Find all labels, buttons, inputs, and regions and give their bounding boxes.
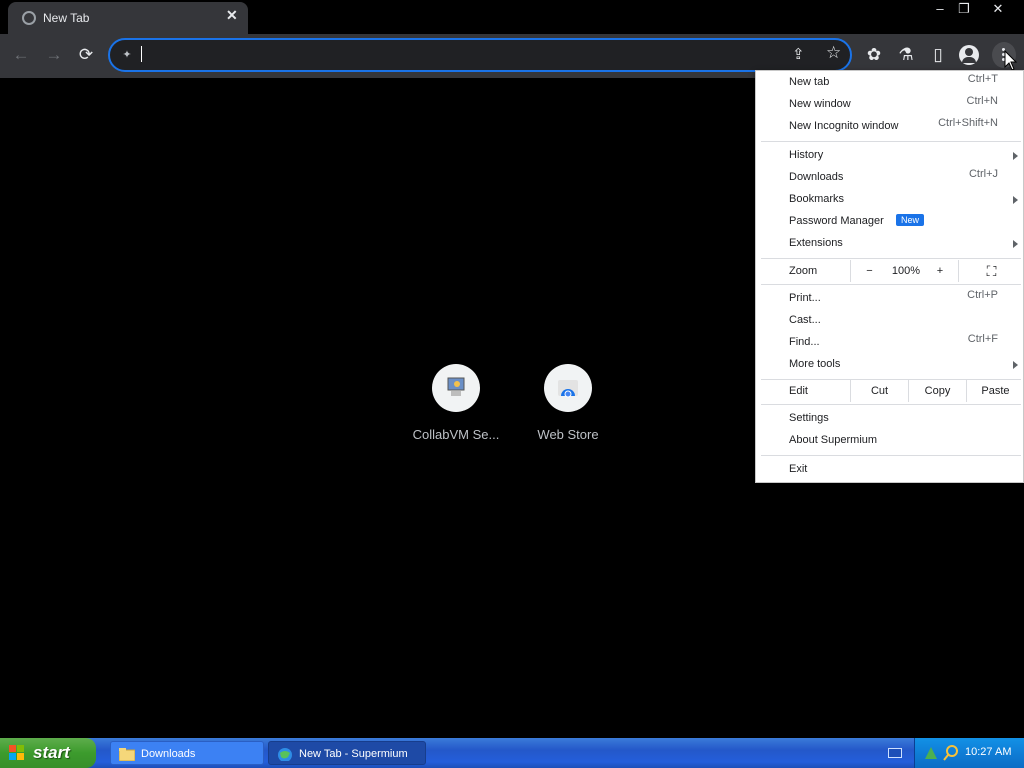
menu-separator — [761, 258, 1021, 259]
menu-shortcut: Ctrl+N — [966, 95, 998, 107]
windows-flag-icon — [9, 745, 24, 760]
edit-label: Edit — [789, 385, 808, 397]
menu-label: About Supermium — [789, 434, 878, 446]
menu-item-print[interactable]: Print... Ctrl+P — [756, 287, 1024, 309]
clock: 10:27 AM — [965, 746, 1012, 758]
menu-label: History — [789, 149, 824, 161]
zoom-in-button[interactable]: + — [924, 260, 956, 282]
menu-item-find[interactable]: Find... Ctrl+F — [756, 331, 1024, 353]
menu-separator — [761, 141, 1021, 142]
menu-item-downloads[interactable]: Downloads Ctrl+J — [756, 166, 1024, 188]
submenu-arrow-icon — [1013, 240, 1018, 248]
back-button[interactable]: ← — [8, 42, 34, 68]
menu-label: Cast... — [789, 314, 821, 326]
close-window-button[interactable]: ✕ — [986, 0, 1010, 18]
zoom-level: 100% — [891, 265, 921, 277]
menu-separator — [761, 284, 1021, 285]
menu-separator — [761, 404, 1021, 405]
browser-icon — [278, 748, 292, 761]
side-panel-icon[interactable]: ▯ — [925, 42, 951, 68]
reload-button[interactable]: ⟳ — [73, 42, 99, 68]
folder-icon — [119, 748, 135, 761]
text-caret — [141, 46, 142, 62]
menu-item-new-incognito[interactable]: New Incognito window Ctrl+Shift+N — [756, 115, 1024, 137]
cut-button[interactable]: Cut — [850, 380, 908, 402]
globe-icon — [22, 11, 36, 25]
keyboard-icon[interactable] — [888, 748, 902, 758]
menu-label: Downloads — [789, 171, 844, 183]
bookmark-star-icon[interactable]: ☆ — [826, 43, 841, 63]
submenu-arrow-icon — [1013, 361, 1018, 369]
menu-label: New tab — [789, 76, 830, 88]
menu-label: New Incognito window — [789, 120, 899, 132]
extensions-icon[interactable]: ✿ — [861, 42, 887, 68]
menu-label: Exit — [789, 463, 808, 475]
menu-item-new-window[interactable]: New window Ctrl+N — [756, 93, 1024, 115]
tab-new-tab[interactable]: New Tab ✕ — [8, 2, 248, 34]
taskbar-button-label: Downloads — [141, 748, 196, 760]
fullscreen-icon[interactable]: ⛶ — [958, 260, 1024, 282]
menu-separator — [761, 455, 1021, 456]
menu-item-exit[interactable]: Exit — [756, 458, 1024, 480]
tab-title: New Tab — [43, 11, 90, 25]
menu-label: Settings — [789, 412, 829, 424]
restore-button[interactable]: ❐ — [952, 0, 976, 18]
menu-shortcut: Ctrl+J — [968, 168, 998, 180]
menu-label: More tools — [789, 358, 841, 370]
address-bar[interactable]: ✦ ⇪ ☆ — [108, 38, 852, 72]
menu-item-settings[interactable]: Settings — [756, 407, 1024, 429]
menu-shortcut: Ctrl+F — [967, 333, 998, 345]
browser-app-menu: New tab Ctrl+T New window Ctrl+N New Incog… — [755, 70, 1024, 483]
submenu-arrow-icon — [1013, 196, 1018, 204]
zoom-label: Zoom — [789, 265, 818, 277]
menu-edit-row: Edit Cut Copy Paste — [756, 380, 1024, 402]
start-label: start — [33, 743, 70, 762]
site-info-icon[interactable]: ✦ — [120, 48, 134, 62]
menu-item-bookmarks[interactable]: Bookmarks — [756, 188, 1024, 210]
profile-avatar-icon[interactable] — [959, 45, 979, 65]
menu-item-extensions[interactable]: Extensions — [756, 232, 1024, 254]
network-icon[interactable] — [923, 745, 939, 761]
shortcut-collabvm[interactable]: CollabVM Se... — [396, 364, 516, 442]
shortcut-label: CollabVM Se... — [412, 427, 500, 442]
paste-button[interactable]: Paste — [966, 380, 1024, 402]
menu-label: Find... — [789, 336, 820, 348]
zoom-out-button[interactable]: − — [850, 260, 888, 282]
menu-label: Extensions — [789, 237, 843, 249]
menu-label: Password Manager — [789, 215, 884, 227]
menu-item-password-manager[interactable]: Password Manager New — [756, 210, 1024, 232]
new-badge: New — [896, 214, 925, 226]
search-icon[interactable] — [943, 745, 959, 761]
collabvm-icon — [432, 364, 480, 412]
minimize-button[interactable]: – — [928, 0, 952, 18]
menu-label: Print... — [789, 292, 821, 304]
start-button[interactable]: start — [0, 738, 96, 768]
system-tray: 10:27 AM — [914, 738, 1024, 768]
taskbar-button-label: New Tab - Supermium — [299, 748, 408, 760]
menu-item-about[interactable]: About Supermium — [756, 429, 1024, 451]
tab-close-icon[interactable]: ✕ — [226, 7, 238, 24]
menu-shortcut: Ctrl+T — [967, 73, 998, 85]
share-icon[interactable]: ⇪ — [792, 45, 805, 63]
menu-item-more-tools[interactable]: More tools — [756, 353, 1024, 375]
labs-icon[interactable]: ⚗ — [893, 42, 919, 68]
menu-item-new-tab[interactable]: New tab Ctrl+T — [756, 71, 1024, 93]
menu-shortcut: Ctrl+Shift+N — [938, 117, 998, 129]
menu-zoom-row: Zoom − 100% + ⛶ — [756, 260, 1024, 282]
menu-label: New window — [789, 98, 851, 110]
mouse-cursor-icon — [1004, 50, 1018, 71]
menu-item-history[interactable]: History — [756, 144, 1024, 166]
menu-shortcut: Ctrl+P — [967, 289, 998, 301]
submenu-arrow-icon — [1013, 152, 1018, 160]
menu-item-cast[interactable]: Cast... — [756, 309, 1024, 331]
taskbar-button-browser[interactable]: New Tab - Supermium — [268, 741, 426, 765]
copy-button[interactable]: Copy — [908, 380, 966, 402]
menu-label: Bookmarks — [789, 193, 845, 205]
forward-button[interactable]: → — [41, 42, 67, 68]
web-store-icon — [544, 364, 592, 412]
shortcut-label: Web Store — [537, 427, 599, 442]
shortcut-web-store[interactable]: Web Store — [508, 364, 628, 442]
taskbar-button-downloads[interactable]: Downloads — [110, 741, 264, 765]
